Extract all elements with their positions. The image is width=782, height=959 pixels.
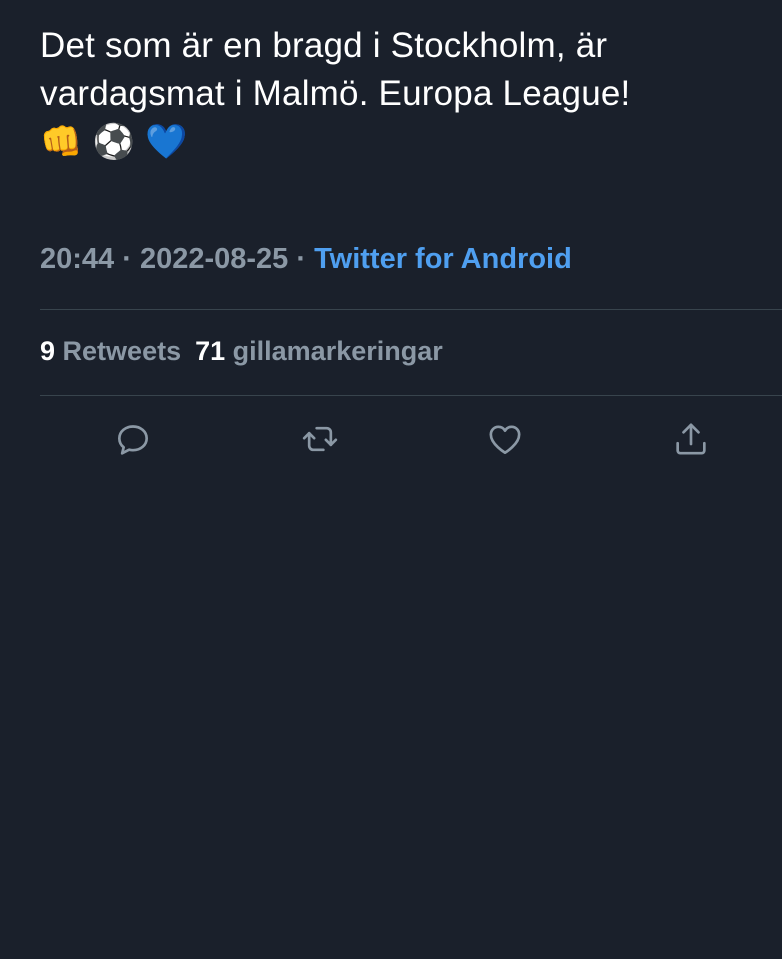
blue-heart-emoji: 💙 [144, 122, 188, 162]
tweet-date[interactable]: 2022-08-25 [140, 243, 288, 275]
divider [40, 309, 782, 310]
like-icon [485, 419, 525, 464]
tweet-stats: 9 Retweets 71 gillamarkeringar [40, 336, 443, 367]
tweet-time[interactable]: 20:44 [40, 243, 114, 275]
likes-stat[interactable]: 71 gillamarkeringar [195, 336, 443, 366]
tweet-source-link[interactable]: Twitter for Android [314, 243, 572, 275]
share-icon [671, 419, 711, 464]
retweets-label: Retweets [62, 336, 182, 366]
divider [40, 395, 782, 396]
tweet-text-line: Det som är en bragd i Stockholm, är [40, 26, 608, 65]
meta-separator: · [288, 243, 315, 275]
reply-button[interactable] [110, 418, 156, 464]
tweet-text-line: vardagsmat i Malmö. Europa League! [40, 74, 631, 113]
share-button[interactable] [668, 418, 714, 464]
meta-separator: · [114, 243, 140, 275]
retweets-stat[interactable]: 9 Retweets [40, 336, 181, 366]
oncoming-fist-emoji: 👊 [40, 122, 83, 162]
likes-label: gillamarkeringar [232, 336, 443, 366]
tweet-actions [0, 418, 782, 464]
reply-icon [113, 419, 153, 464]
likes-count: 71 [195, 336, 226, 366]
retweets-count: 9 [40, 336, 56, 366]
retweet-icon [300, 419, 340, 464]
tweet-meta: 20:44 · 2022-08-25 · Twitter for Android [40, 243, 572, 276]
like-button[interactable] [482, 418, 528, 464]
soccer-ball-emoji: ⚽ [92, 122, 136, 162]
tweet-emoji-line: 👊 ⚽ 💙 [40, 118, 760, 166]
tweet-detail: Det som är en bragd i Stockholm, är vard… [0, 0, 782, 959]
retweet-button[interactable] [297, 418, 343, 464]
tweet-text: Det som är en bragd i Stockholm, är vard… [40, 22, 760, 166]
